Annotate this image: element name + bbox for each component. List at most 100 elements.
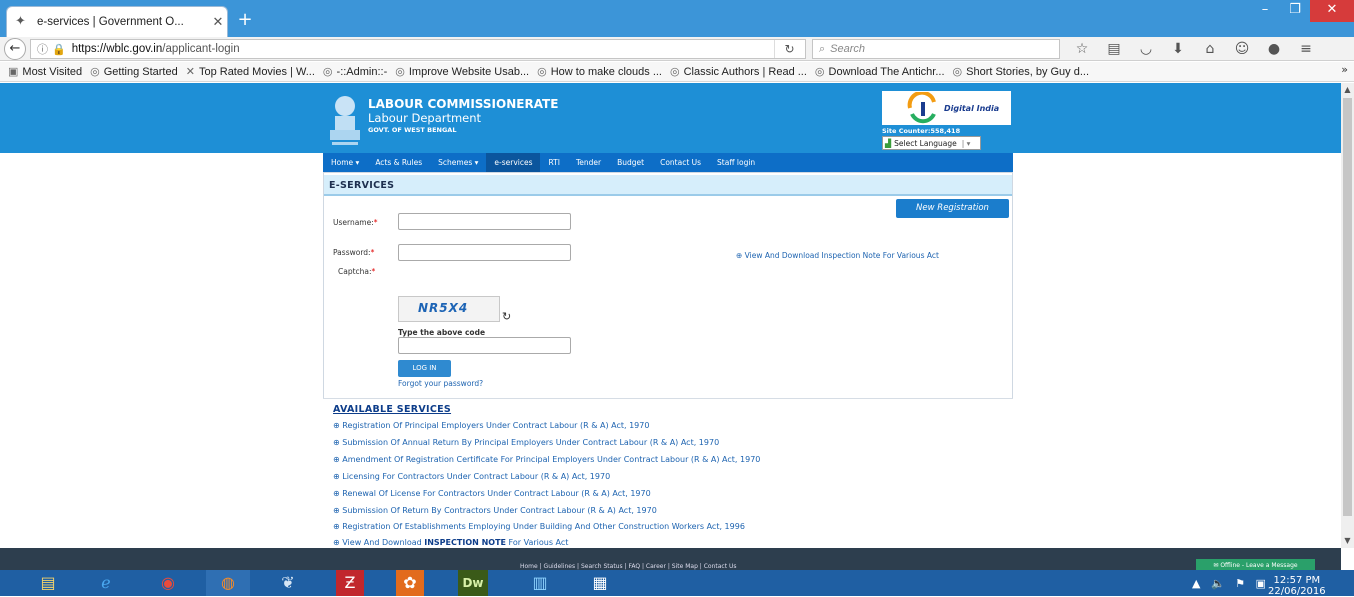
tray-expand-icon[interactable]: ▲	[1192, 577, 1200, 590]
new-tab-button[interactable]: +	[234, 9, 256, 31]
footer-links[interactable]: Home | Guidelines | Search Status | FAQ …	[520, 563, 736, 570]
scrollbar-thumb[interactable]	[1343, 98, 1352, 516]
globe-icon: ◎	[537, 66, 547, 78]
lock-icon: 🔒	[52, 43, 66, 56]
menu-rti[interactable]: RTI	[540, 153, 567, 172]
pgadmin-icon[interactable]: ❦	[266, 570, 310, 596]
bullet-icon: ⊕	[333, 522, 343, 531]
digital-india-icon	[907, 92, 936, 124]
password-input[interactable]	[398, 244, 571, 261]
address-bar[interactable]: ⓘ 🔒 https://wblc.gov.in/applicant-login	[30, 39, 806, 59]
available-services-title: AVAILABLE SERVICES	[333, 404, 452, 415]
firefox-icon[interactable]: ◍	[206, 570, 250, 596]
globe-icon: ◎	[952, 66, 963, 78]
minimize-icon[interactable]: –	[1250, 0, 1280, 22]
bullet-icon: ⊕	[333, 438, 343, 447]
chrome-icon[interactable]: ◉	[146, 570, 190, 596]
service-link[interactable]: ⊕ Renewal Of License For Contractors Und…	[333, 489, 651, 498]
service-link[interactable]: ⊕ Submission Of Annual Return By Princip…	[333, 438, 719, 447]
search-icon: ⌕	[819, 42, 826, 55]
menu-contact-us[interactable]: Contact Us	[652, 153, 709, 172]
scroll-up-icon[interactable]: ▲	[1341, 83, 1354, 97]
site-counter: Site Counter:558,418	[882, 127, 961, 135]
extension-icon[interactable]: ●	[1258, 39, 1290, 59]
service-link[interactable]: ⊕ Registration Of Establishments Employi…	[333, 522, 745, 531]
captcha-input[interactable]	[398, 337, 571, 354]
menu-budget[interactable]: Budget	[609, 153, 652, 172]
service-link[interactable]: ⊕ Licensing For Contractors Under Contra…	[333, 472, 610, 481]
select-language-label: Select Language	[894, 138, 957, 148]
menu-acts-rules[interactable]: Acts & Rules	[367, 153, 430, 172]
file-explorer-icon[interactable]: ▤	[26, 570, 70, 596]
new-registration-button[interactable]: New Registration	[896, 199, 1009, 218]
bookmark-antichrist[interactable]: ◎ Download The Antichr...	[815, 65, 945, 79]
section-title: E-SERVICES	[324, 175, 1012, 196]
system-clock[interactable]: 12:57 PM 22/06/2016	[1268, 575, 1326, 597]
menu-home[interactable]: Home ▾	[323, 153, 367, 172]
service-link[interactable]: ⊕ Submission Of Return By Contractors Un…	[333, 506, 657, 515]
service-link[interactable]: ⊕ Registration Of Principal Employers Un…	[333, 421, 649, 430]
info-icon[interactable]: ⓘ	[37, 41, 48, 57]
username-label: Username:*	[333, 218, 378, 227]
dreamweaver-icon[interactable]: Dw	[458, 570, 488, 596]
bookmark-improve-website[interactable]: ◎ Improve Website Usab...	[395, 65, 529, 79]
network-app-icon[interactable]: ▥	[518, 570, 562, 596]
download-icon[interactable]: ⬇	[1162, 39, 1194, 59]
site-favicon-icon: ✦	[15, 14, 26, 29]
filezilla-icon[interactable]: Ƶ	[336, 570, 364, 596]
menu-icon[interactable]: ≡	[1290, 39, 1322, 59]
globe-icon: ◎	[670, 66, 680, 78]
bookmarks-toolbar: ▣ Most Visited ◎ Getting Started ✕ Top Rate…	[0, 62, 1354, 82]
bookmark-short-stories[interactable]: ◎ Short Stories, by Guy d...	[952, 65, 1090, 79]
word-icon[interactable]: ▦	[578, 570, 622, 596]
service-link[interactable]: ⊕ Amendment Of Registration Certificate …	[333, 455, 760, 464]
close-tab-icon[interactable]: ✕	[209, 15, 227, 30]
reload-icon[interactable]: ↻	[774, 40, 804, 58]
window-controls: – ❐ ✕	[1250, 0, 1354, 22]
service-link-inspection[interactable]: ⊕ View And Download INSPECTION NOTE For …	[333, 538, 568, 547]
inspection-note-link[interactable]: ⊕ View And Download Inspection Note For …	[736, 251, 939, 260]
chevron-down-icon: ▾	[474, 158, 479, 167]
url-host: https://wblc.gov.in	[71, 43, 163, 55]
volume-icon[interactable]: 🔈	[1211, 577, 1225, 590]
type-code-label: Type the above code	[398, 328, 486, 337]
home-icon[interactable]: ⌂	[1194, 39, 1226, 59]
select-language-dropdown[interactable]: ▟ Select Language | ▾	[882, 136, 981, 150]
bookmark-most-visited[interactable]: ▣ Most Visited	[8, 65, 82, 79]
bookmark-classic-authors[interactable]: ◎ Classic Authors | Read ...	[670, 65, 807, 79]
search-input[interactable]: ⌕ Search	[812, 39, 1060, 59]
bullet-icon: ⊕	[333, 538, 343, 547]
url-path: /applicant-login	[162, 43, 240, 55]
flag-icon[interactable]: ⚑	[1235, 577, 1245, 590]
bookmark-clouds[interactable]: ◎ How to make clouds ...	[537, 65, 662, 79]
state-emblem-icon	[330, 96, 360, 145]
menu-staff-login[interactable]: Staff login	[709, 153, 763, 172]
menu-schemes[interactable]: Schemes ▾	[430, 153, 486, 172]
menu-tender[interactable]: Tender	[568, 153, 609, 172]
close-window-icon[interactable]: ✕	[1310, 0, 1354, 22]
bookmark-top-rated-movies[interactable]: ✕ Top Rated Movies | W...	[186, 65, 315, 79]
xampp-icon[interactable]: ✿	[396, 570, 424, 596]
bookmark-admin[interactable]: ◎ -::Admin::-	[323, 65, 387, 79]
network-icon[interactable]: ▣	[1256, 577, 1266, 590]
reading-list-icon[interactable]: ▤	[1098, 39, 1130, 59]
browser-tab[interactable]: ✦ e-services | Government O... ✕	[6, 6, 228, 37]
login-button[interactable]: LOG IN	[398, 360, 451, 377]
bookmark-star-icon[interactable]: ☆	[1066, 39, 1098, 59]
pocket-icon[interactable]: ◡	[1130, 39, 1162, 59]
restore-icon[interactable]: ❐	[1280, 0, 1310, 22]
bookmarks-overflow-icon[interactable]: »	[1341, 63, 1348, 76]
globe-icon: ◎	[90, 66, 100, 78]
bookmark-getting-started[interactable]: ◎ Getting Started	[90, 65, 178, 79]
scroll-down-icon[interactable]: ▼	[1341, 534, 1354, 548]
menu-e-services[interactable]: e-services	[486, 153, 541, 172]
site-title: LABOUR COMMISSIONERATE	[368, 97, 559, 111]
back-button[interactable]: ←	[4, 38, 26, 60]
bookmark-folder-icon: ▣	[8, 66, 19, 78]
chat-icon[interactable]: ☺	[1226, 39, 1258, 59]
username-input[interactable]	[398, 213, 571, 230]
refresh-captcha-icon[interactable]: ↻	[502, 310, 511, 323]
forgot-password-link[interactable]: Forgot your password?	[398, 379, 483, 388]
captcha-code: NR5X4	[418, 301, 469, 315]
internet-explorer-icon[interactable]: ℯ	[84, 570, 128, 596]
